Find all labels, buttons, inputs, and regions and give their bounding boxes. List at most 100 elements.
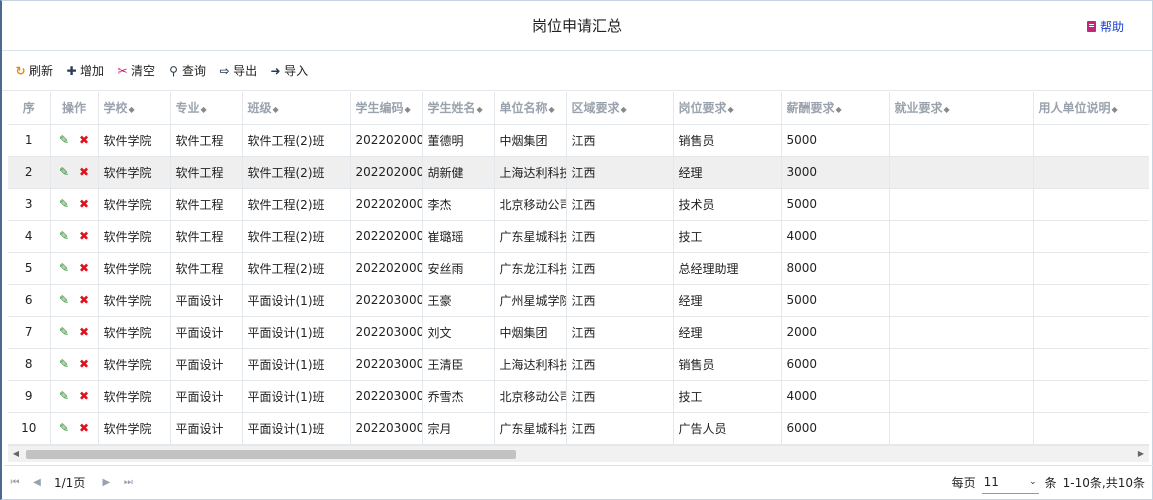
cell-school: 软件学院 bbox=[98, 284, 171, 317]
pencil-icon[interactable]: ✎ bbox=[59, 357, 69, 371]
close-icon[interactable]: ✖ bbox=[79, 421, 89, 435]
pencil-icon[interactable]: ✎ bbox=[59, 261, 69, 275]
scroll-left-icon[interactable]: ◀ bbox=[10, 449, 22, 458]
export-button[interactable]: ⇨ 导出 bbox=[218, 62, 258, 79]
column-header[interactable]: 学生编码◆ bbox=[350, 92, 423, 125]
column-header[interactable]: 单位名称◆ bbox=[494, 92, 567, 125]
unit-label: 条 bbox=[1044, 476, 1057, 490]
close-icon[interactable]: ✖ bbox=[79, 389, 89, 403]
sort-icon[interactable]: ◆ bbox=[201, 105, 207, 114]
row-actions: ✎ ✖ bbox=[50, 156, 99, 189]
table-row[interactable]: 2✎✖软件学院软件工程软件工程(2)班20220200007胡新健上海达利科技江… bbox=[8, 156, 1149, 189]
horizontal-scrollbar[interactable]: ◀ ▶ bbox=[8, 445, 1149, 462]
cell-post: 经理 bbox=[673, 316, 782, 349]
table-row[interactable]: 8✎✖软件学院平面设计平面设计(1)班20220300003王清臣上海达利科技江… bbox=[8, 348, 1149, 381]
column-header[interactable]: 学校◆ bbox=[98, 92, 171, 125]
column-header[interactable]: 学生姓名◆ bbox=[422, 92, 495, 125]
table-row[interactable]: 1✎✖软件学院软件工程软件工程(2)班20220200006董德明中烟集团江西销… bbox=[8, 124, 1149, 157]
close-icon[interactable]: ✖ bbox=[79, 165, 89, 179]
cell-class: 软件工程(2)班 bbox=[242, 220, 351, 253]
pencil-icon[interactable]: ✎ bbox=[59, 197, 69, 211]
row-actions: ✎ ✖ bbox=[50, 412, 99, 445]
column-header[interactable]: 用人单位说明◆ bbox=[1033, 92, 1149, 125]
page-size-select[interactable]: 11 ⌄ bbox=[981, 472, 1039, 494]
refresh-button[interactable]: ↻ 刷新 bbox=[14, 62, 53, 79]
pencil-icon[interactable]: ✎ bbox=[59, 229, 69, 243]
sort-icon[interactable]: ◆ bbox=[273, 105, 279, 114]
data-grid: 序操作 学校◆ 专业◆ 班级◆ 学生编码◆ 学生姓名◆ 单位名称◆ 区域要求◆ 岗位要求◆ 薪酬要… bbox=[8, 92, 1149, 445]
sort-icon[interactable]: ◆ bbox=[621, 105, 627, 114]
sort-icon[interactable]: ◆ bbox=[836, 105, 842, 114]
column-header[interactable]: 就业要求◆ bbox=[889, 92, 1034, 125]
table-row[interactable]: 7✎✖软件学院平面设计平面设计(1)班20220300002刘文中烟集团江西经理… bbox=[8, 316, 1149, 349]
column-header[interactable]: 专业◆ bbox=[170, 92, 243, 125]
cell-employ bbox=[889, 380, 1034, 413]
close-icon[interactable]: ✖ bbox=[79, 357, 89, 371]
cell-note bbox=[1033, 412, 1149, 445]
close-icon[interactable]: ✖ bbox=[79, 293, 89, 307]
sort-icon[interactable]: ◆ bbox=[129, 105, 135, 114]
close-icon[interactable]: ✖ bbox=[79, 261, 89, 275]
next-page-icon[interactable]: ▶ bbox=[95, 477, 117, 488]
scrollbar-thumb[interactable] bbox=[26, 450, 516, 459]
cell-note bbox=[1033, 348, 1149, 381]
cell-unit: 广州星城学院 bbox=[494, 284, 567, 317]
table-row[interactable]: 3✎✖软件学院软件工程软件工程(2)班20220200008李杰北京移动公司江西… bbox=[8, 188, 1149, 221]
cell-code: 20220300001 bbox=[350, 284, 423, 317]
cell-salary: 8000 bbox=[781, 252, 890, 285]
column-header[interactable]: 岗位要求◆ bbox=[673, 92, 782, 125]
row-index: 3 bbox=[8, 188, 51, 221]
cell-major: 平面设计 bbox=[170, 316, 243, 349]
query-label: 查询 bbox=[182, 64, 207, 78]
scroll-right-icon[interactable]: ▶ bbox=[1135, 449, 1147, 458]
sort-icon[interactable]: ◆ bbox=[477, 105, 483, 114]
help-link[interactable]: 帮助 bbox=[1086, 18, 1124, 35]
refresh-label: 刷新 bbox=[29, 64, 54, 78]
table-row[interactable]: 9✎✖软件学院平面设计平面设计(1)班20220300004乔雪杰北京移动公司江… bbox=[8, 380, 1149, 413]
column-header-label: 序 bbox=[22, 101, 35, 116]
title-bar: 岗位申请汇总 帮助 bbox=[2, 1, 1152, 51]
cell-region: 江西 bbox=[566, 412, 674, 445]
close-icon[interactable]: ✖ bbox=[79, 133, 89, 147]
pencil-icon[interactable]: ✎ bbox=[59, 325, 69, 339]
prev-page-icon[interactable]: ◀ bbox=[26, 477, 48, 488]
cell-salary: 4000 bbox=[781, 220, 890, 253]
first-page-icon[interactable]: ⏮ bbox=[4, 477, 26, 488]
cell-name: 崔璐瑶 bbox=[422, 220, 495, 253]
table-row[interactable]: 4✎✖软件学院软件工程软件工程(2)班20220200009崔璐瑶广东星城科技江… bbox=[8, 220, 1149, 253]
import-label: 导入 bbox=[284, 64, 309, 78]
pencil-icon[interactable]: ✎ bbox=[59, 133, 69, 147]
last-page-icon[interactable]: ⏭ bbox=[117, 477, 139, 488]
column-header[interactable]: 薪酬要求◆ bbox=[781, 92, 890, 125]
cell-unit: 北京移动公司 bbox=[494, 380, 567, 413]
cell-school: 软件学院 bbox=[98, 220, 171, 253]
clear-button[interactable]: ✂ 清空 bbox=[116, 62, 156, 79]
import-button[interactable]: ➜ 导入 bbox=[269, 62, 309, 79]
cell-employ bbox=[889, 124, 1034, 157]
sort-icon[interactable]: ◆ bbox=[549, 105, 555, 114]
pencil-icon[interactable]: ✎ bbox=[59, 293, 69, 307]
pencil-icon[interactable]: ✎ bbox=[59, 165, 69, 179]
cell-school: 软件学院 bbox=[98, 316, 171, 349]
column-header-label: 薪酬要求 bbox=[786, 101, 835, 116]
sort-icon[interactable]: ◆ bbox=[944, 105, 950, 114]
pencil-icon[interactable]: ✎ bbox=[59, 389, 69, 403]
table-row[interactable]: 6✎✖软件学院平面设计平面设计(1)班20220300001王豪广州星城学院江西… bbox=[8, 284, 1149, 317]
app-frame: 岗位申请汇总 帮助 ↻ 刷新 ✚ 增加 ✂ 清空 ⚲ 查询 ⇨ 导出 ➜ 导入 bbox=[0, 0, 1153, 500]
pencil-icon[interactable]: ✎ bbox=[59, 421, 69, 435]
toolbar: ↻ 刷新 ✚ 增加 ✂ 清空 ⚲ 查询 ⇨ 导出 ➜ 导入 bbox=[2, 51, 1152, 91]
per-page-label: 每页 bbox=[951, 476, 976, 490]
column-header[interactable]: 班级◆ bbox=[242, 92, 351, 125]
import-icon: ➜ bbox=[270, 63, 281, 78]
table-row[interactable]: 10✎✖软件学院平面设计平面设计(1)班20220300005宗月广东星城科技江… bbox=[8, 412, 1149, 445]
sort-icon[interactable]: ◆ bbox=[405, 105, 411, 114]
sort-icon[interactable]: ◆ bbox=[1112, 105, 1118, 114]
table-row[interactable]: 5✎✖软件学院软件工程软件工程(2)班20220200010安丝雨广东龙江科技江… bbox=[8, 252, 1149, 285]
add-button[interactable]: ✚ 增加 bbox=[65, 62, 104, 79]
close-icon[interactable]: ✖ bbox=[79, 325, 89, 339]
sort-icon[interactable]: ◆ bbox=[728, 105, 734, 114]
close-icon[interactable]: ✖ bbox=[79, 197, 89, 211]
query-button[interactable]: ⚲ 查询 bbox=[167, 62, 206, 79]
close-icon[interactable]: ✖ bbox=[79, 229, 89, 243]
column-header[interactable]: 区域要求◆ bbox=[566, 92, 674, 125]
